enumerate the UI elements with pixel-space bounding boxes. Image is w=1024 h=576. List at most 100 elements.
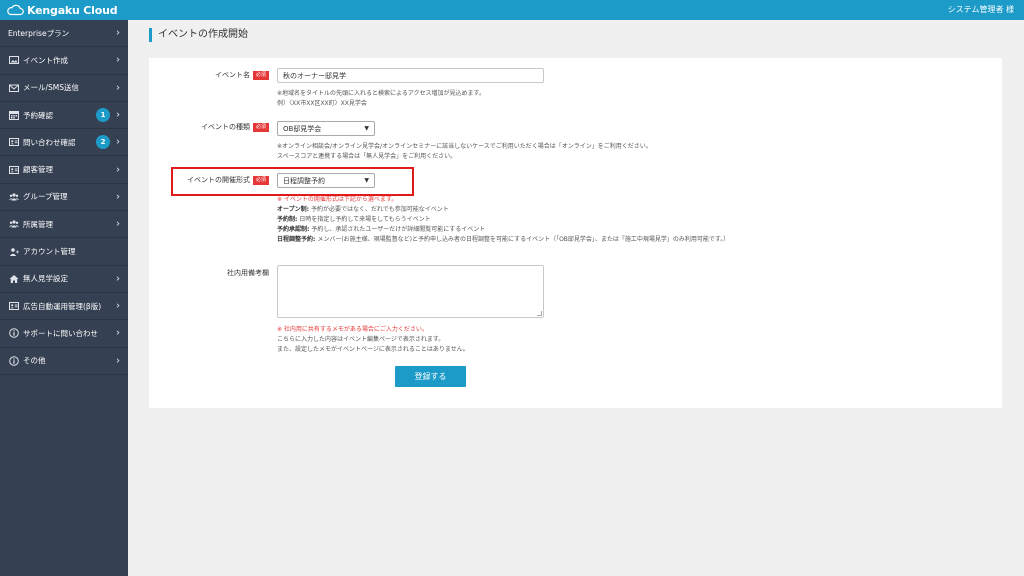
sidebar-item-label: サポートに問い合わせ	[23, 328, 98, 338]
help-note: ※ 社内用に共有するメモがある場合にご入力ください。	[277, 326, 428, 333]
sidebar-item-label: その他	[23, 356, 46, 366]
sidebar-item-mail-sms[interactable]: メール/SMS送信 ›	[0, 75, 128, 102]
user-name[interactable]: システム管理者 様	[948, 4, 1014, 15]
sidebar-item-enterprise-plan[interactable]: Enterpriseプラン ›	[0, 20, 128, 48]
sidebar: Enterpriseプラン › イベント作成 › メール/SMS送信 › 予約確…	[0, 20, 128, 576]
field-label-text: イベントの開催形式	[186, 176, 250, 184]
chevron-right-icon: ›	[116, 27, 120, 39]
help-line: 例）〈XX市XX区XX町〉XX見学会	[277, 100, 367, 107]
format-term: 予約制:	[277, 216, 298, 223]
event-type-select[interactable]: OB邸見学会 ▼	[277, 121, 375, 136]
field-label-text: イベント名	[214, 71, 250, 79]
sidebar-item-ad-automation[interactable]: 広告自動運用管理(β版) ›	[0, 293, 128, 321]
chevron-right-icon: ›	[116, 109, 120, 121]
event-format-label: イベントの開催形式 必須	[175, 175, 269, 185]
info-icon	[8, 328, 19, 339]
help-line: 予約承認制: 予約し、承認されたユーザーだけが詳細閲覧可能にするイベント	[277, 225, 729, 235]
event-type-help: ※オンライン相談会/オンライン見学会/オンラインセミナーに該当しないケースでご利…	[277, 142, 652, 162]
sidebar-item-create-event[interactable]: イベント作成 ›	[0, 47, 128, 75]
chevron-down-icon: ▼	[364, 125, 369, 132]
app-logo[interactable]: Kengaku Cloud	[6, 2, 118, 18]
help-line: ※地域名をタイトルの先頭に入れると検索によるアクセス増加が見込めます。	[277, 90, 485, 97]
page-title-block: イベントの作成開始	[149, 28, 248, 42]
users-icon	[8, 191, 19, 202]
help-line: こちらに入力した内容はイベント編集ページで表示されます。	[277, 336, 445, 343]
required-badge: 必須	[252, 175, 269, 185]
sidebar-item-other[interactable]: その他 ›	[0, 348, 128, 375]
top-bar: Kengaku Cloud システム管理者 様	[0, 0, 1024, 20]
chevron-right-icon: ›	[116, 82, 120, 94]
user-plus-icon	[8, 246, 19, 257]
id-card-icon	[8, 164, 19, 175]
mail-icon	[8, 82, 19, 93]
help-line: スペースコアと連携する場合は「無人見学会」をご利用ください。	[277, 153, 457, 160]
image-icon	[8, 55, 19, 66]
chevron-right-icon: ›	[116, 191, 120, 203]
event-format-select[interactable]: 日程調整予約 ▼	[277, 173, 375, 188]
sidebar-item-inquiries[interactable]: 問い合わせ確認 2 ›	[0, 129, 128, 157]
home-icon	[8, 273, 19, 284]
calendar-icon	[8, 110, 19, 121]
memo-help: ※ 社内用に共有するメモがある場合にご入力ください。 こちらに入力した内容はイベ…	[277, 325, 469, 355]
cloud-logo-icon	[7, 4, 24, 16]
event-type-label: イベントの種類 必須	[169, 122, 269, 132]
format-desc: メンバー(お施主様、現場監督など)と予約申し込み者の日程調整を可能にするイベント…	[317, 236, 730, 243]
format-desc: 予約が必要ではなく、だれでも参加可能なイベント	[310, 206, 449, 213]
format-term: 日程調整予約:	[277, 236, 316, 243]
required-badge: 必須	[252, 70, 269, 80]
id-card-icon	[8, 137, 19, 148]
sidebar-item-label: 顧客管理	[23, 165, 53, 175]
chevron-right-icon: ›	[116, 136, 120, 148]
sidebar-item-label: Enterpriseプラン	[8, 28, 70, 38]
id-card-icon	[8, 301, 19, 312]
register-button[interactable]: 登録する	[395, 366, 466, 387]
sidebar-item-label: アカウント管理	[23, 247, 76, 257]
count-badge: 2	[96, 135, 110, 150]
sidebar-item-label: イベント作成	[23, 55, 68, 65]
sidebar-item-label: 所属管理	[23, 219, 53, 229]
help-note: ※ イベントの開催形式は下記から選べます。	[277, 196, 398, 203]
sidebar-item-label: 問い合わせ確認	[23, 137, 76, 147]
users-icon	[8, 219, 19, 230]
chevron-right-icon: ›	[116, 355, 120, 367]
chevron-right-icon: ›	[116, 300, 120, 312]
help-line: 日程調整予約: メンバー(お施主様、現場監督など)と予約申し込み者の日程調整を可…	[277, 235, 729, 245]
sidebar-item-label: 予約確認	[23, 110, 53, 120]
info-icon	[8, 355, 19, 366]
sidebar-item-unmanned-tour[interactable]: 無人見学設定 ›	[0, 266, 128, 293]
sidebar-item-label: メール/SMS送信	[23, 83, 80, 93]
help-line: オープン制: 予約が必要ではなく、だれでも参加可能なイベント	[277, 205, 729, 215]
format-term: オープン制:	[277, 206, 310, 213]
sidebar-item-customers[interactable]: 顧客管理 ›	[0, 156, 128, 184]
event-format-help: ※ イベントの開催形式は下記から選べます。 オープン制: 予約が必要ではなく、だ…	[277, 195, 729, 245]
chevron-right-icon: ›	[116, 164, 120, 176]
format-desc: 予約し、承認されたユーザーだけが詳細閲覧可能にするイベント	[311, 226, 486, 233]
select-value: OB邸見学会	[283, 124, 322, 133]
help-line: 予約制: 日時を指定し予約して来場をしてもらうイベント	[277, 215, 729, 225]
resize-handle[interactable]	[537, 311, 542, 316]
event-name-label: イベント名 必須	[169, 70, 269, 80]
help-line: また、設定したメモがイベントページに表示されることはありません。	[277, 346, 469, 353]
required-badge: 必須	[252, 122, 269, 132]
sidebar-item-affiliations[interactable]: 所属管理 ›	[0, 211, 128, 239]
format-desc: 日時を指定し予約して来場をしてもらうイベント	[299, 216, 431, 223]
memo-label: 社内用備考欄	[169, 268, 269, 278]
field-label-text: イベントの種類	[200, 123, 250, 131]
memo-textarea[interactable]	[277, 265, 544, 318]
help-line: ※オンライン相談会/オンライン見学会/オンラインセミナーに該当しないケースでご利…	[277, 143, 652, 150]
sidebar-item-label: 広告自動運用管理(β版)	[23, 301, 102, 311]
field-label-text: 社内用備考欄	[227, 269, 269, 277]
select-value: 日程調整予約	[283, 176, 325, 185]
event-name-input[interactable]	[277, 68, 544, 83]
count-badge: 1	[96, 108, 110, 123]
chevron-right-icon: ›	[116, 218, 120, 230]
format-term: 予約承認制:	[277, 226, 310, 233]
sidebar-item-groups[interactable]: グループ管理 ›	[0, 184, 128, 212]
sidebar-item-label: 無人見学設定	[23, 274, 68, 284]
sidebar-item-label: グループ管理	[23, 192, 68, 202]
chevron-down-icon: ▼	[364, 177, 369, 184]
chevron-right-icon: ›	[116, 327, 120, 339]
sidebar-item-support[interactable]: サポートに問い合わせ ›	[0, 320, 128, 348]
sidebar-item-accounts[interactable]: アカウント管理	[0, 238, 128, 266]
sidebar-item-reservations[interactable]: 予約確認 1 ›	[0, 102, 128, 130]
